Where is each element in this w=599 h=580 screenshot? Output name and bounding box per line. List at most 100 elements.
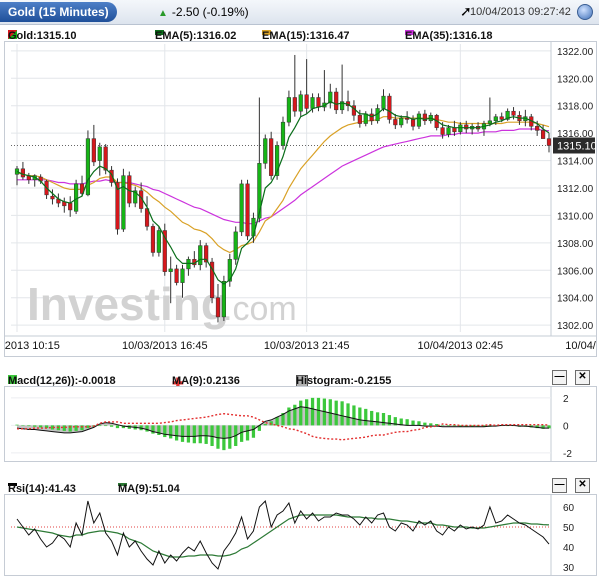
price-chart[interactable]: 1302.00 1304.00 1306.00 1308.00 1310.00 1312.…: [0, 42, 599, 356]
rsi-minimize-button[interactable]: —: [552, 478, 567, 493]
candle-up: [74, 183, 79, 212]
x-tick-label: 10/04/2013 09:15: [565, 340, 596, 352]
histogram-bar: [80, 425, 84, 431]
candle-down: [464, 124, 469, 130]
histogram-bar: [370, 410, 374, 426]
candle-up: [97, 146, 102, 161]
histogram-bar: [98, 425, 102, 427]
candle-down: [174, 268, 179, 283]
candle-down: [150, 226, 156, 253]
candle-down: [541, 130, 546, 139]
candle-down: [357, 115, 362, 124]
x-tick-label: 10/03/2013 16:45: [122, 340, 208, 352]
histogram-bar: [275, 417, 279, 426]
rsi-panel: 60 50 40 30: [4, 494, 597, 576]
candle-up: [239, 183, 244, 233]
y-tick-label: 0: [563, 421, 569, 432]
x-tick-label: 10/03/2013 21:45: [264, 340, 350, 352]
candle-down: [511, 110, 516, 116]
histogram-bar: [358, 407, 362, 426]
histogram-bar: [33, 425, 37, 427]
y-tick-label: 1322.00: [557, 47, 594, 58]
candle-down: [103, 146, 108, 171]
candle-up: [416, 113, 422, 127]
histogram-bar: [316, 397, 321, 426]
histogram-bar: [346, 403, 350, 426]
rsi-legend: Rsi(14):41.43 MA(9):51.04 — ✕: [0, 477, 599, 495]
candle-up: [263, 138, 268, 164]
histogram-bar: [115, 425, 120, 429]
candle-down: [387, 95, 392, 120]
candle-down: [334, 91, 339, 111]
histogram-bar: [251, 425, 256, 438]
rsi-chart[interactable]: 60 50 40 30: [5, 495, 596, 575]
histogram-bar: [21, 425, 25, 426]
histogram-bar: [305, 399, 309, 426]
macd-close-button[interactable]: ✕: [575, 370, 590, 385]
histogram-bar: [198, 425, 202, 444]
histogram-bar: [204, 425, 208, 444]
histogram-bar: [62, 425, 66, 431]
y-tick-label: 1302.00: [557, 321, 594, 332]
candle-down: [20, 168, 25, 178]
x-tick-label: 10/03/2013 10:15: [5, 340, 60, 352]
histogram-bar: [446, 425, 451, 427]
settings-globe-icon[interactable]: [577, 4, 593, 20]
price-panel: 1302.00 1304.00 1306.00 1308.00 1310.00 1312.…: [0, 41, 599, 357]
candle-down: [292, 97, 297, 112]
histogram-bar: [192, 425, 196, 444]
chart-title[interactable]: Gold (15 Minutes): [0, 2, 117, 22]
histogram-bar: [334, 400, 338, 426]
candle-up: [186, 259, 191, 270]
candle-down: [68, 202, 73, 211]
candle-down: [215, 297, 221, 318]
candle-up: [251, 217, 256, 237]
y-tick-label: 1312.00: [557, 184, 594, 195]
candle-down: [91, 138, 96, 163]
candle-down: [50, 195, 55, 200]
candle-up: [168, 268, 173, 272]
macd-chart[interactable]: 2 0 -2: [5, 387, 596, 461]
histogram-bar: [222, 425, 226, 451]
histogram-bar: [180, 425, 185, 442]
histogram-bar: [109, 425, 114, 427]
histogram-bar: [381, 413, 386, 426]
candle-down: [304, 94, 309, 109]
candle-up: [399, 117, 404, 126]
candle-up: [458, 124, 463, 133]
watermark-logo: Investing: [27, 278, 229, 330]
candle-down: [393, 119, 398, 126]
histogram-bar: [239, 425, 244, 442]
watermark-suffix: .com: [223, 290, 297, 328]
macd-minimize-button[interactable]: —: [552, 370, 567, 385]
candle-up: [381, 95, 386, 109]
y-tick-label: 60: [563, 503, 575, 514]
candle-up: [221, 281, 226, 318]
histogram-bar: [310, 397, 315, 426]
candle-up: [363, 113, 368, 124]
candle-down: [535, 126, 540, 131]
y-tick-label: 30: [563, 563, 575, 574]
histogram-bar: [186, 425, 191, 443]
candle-up: [298, 94, 303, 112]
macd-panel: 2 0 -2: [4, 386, 597, 462]
candle-up: [310, 97, 315, 109]
histogram-bar: [39, 425, 43, 428]
histogram-bar: [299, 400, 303, 426]
candle-up: [493, 116, 498, 122]
y-tick-label: 1314.00: [557, 157, 594, 168]
candle-up: [233, 231, 238, 260]
histogram-bar: [452, 425, 457, 427]
candle-down: [440, 127, 445, 135]
y-tick-label: 50: [563, 523, 575, 534]
histogram-bar: [163, 425, 167, 438]
histogram-bar: [104, 425, 108, 427]
rsi-close-button[interactable]: ✕: [575, 478, 590, 493]
histogram-bar: [411, 420, 415, 426]
candle-up: [280, 121, 286, 146]
histogram-bar: [27, 425, 31, 427]
histogram-bar: [440, 425, 445, 426]
timestamp: 10/04/2013 09:27:42: [470, 6, 571, 18]
rsi-line: [16, 499, 550, 570]
histogram-bar: [174, 425, 179, 441]
